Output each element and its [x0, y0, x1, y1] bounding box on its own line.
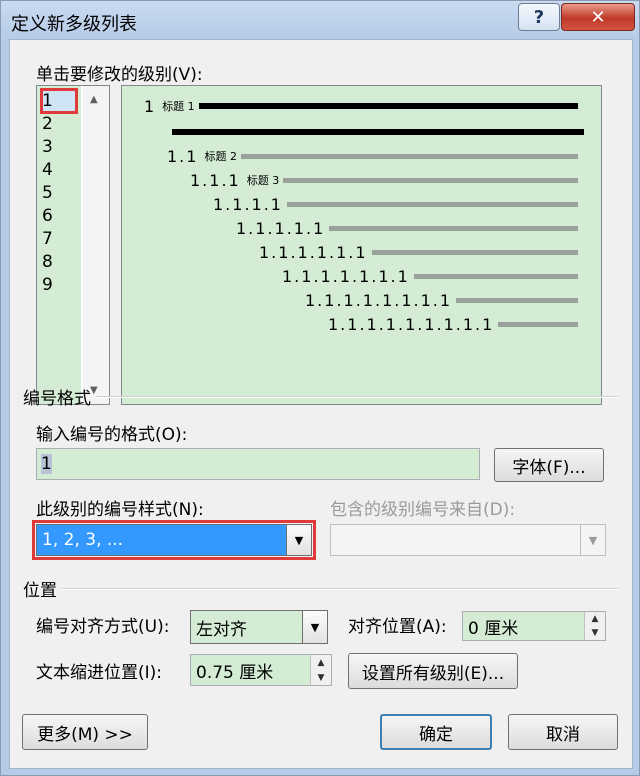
level-item-3[interactable]: 3: [42, 136, 76, 158]
text-indent-input[interactable]: 0.75 厘米 ▲ ▼: [190, 654, 332, 686]
preview-heading: 标题 2: [204, 150, 237, 163]
chevron-down-icon[interactable]: ▼: [302, 611, 327, 643]
preview-row: 1.1.1.1.1.1.1.1.1: [328, 314, 578, 334]
preview-row: 1.1.1.1.1.1: [259, 242, 578, 262]
level-item-9[interactable]: 9: [42, 274, 76, 296]
preview-row: 1 标题 1: [144, 96, 578, 116]
ok-button-label: 确定: [419, 724, 453, 745]
alignment-select[interactable]: 左对齐 ▼: [190, 610, 328, 644]
level-item-6[interactable]: 6: [42, 205, 76, 227]
preview-text-line: [240, 153, 578, 159]
spin-down-icon[interactable]: ▼: [585, 626, 605, 640]
preview-row: [168, 122, 584, 142]
alignment-label: 编号对齐方式(U):: [36, 617, 170, 637]
number-format-group-title: 编号格式: [23, 389, 91, 409]
preview-row: 1.1.1.1.1.1.1: [282, 266, 578, 286]
level-item-8[interactable]: 8: [42, 251, 76, 273]
preview-number: 1.1: [167, 146, 199, 166]
chevron-down-icon[interactable]: ▼: [580, 525, 605, 555]
text-indent-spinner[interactable]: ▲ ▼: [310, 655, 331, 685]
close-icon: ✕: [590, 6, 606, 28]
preview-text-line: [286, 201, 578, 207]
dialog-title: 定义新多级列表: [11, 14, 137, 35]
alignment-value: 左对齐: [196, 619, 247, 640]
preview-row: 1.1.1.1.1: [236, 218, 578, 238]
format-input[interactable]: 1: [36, 448, 480, 480]
level-item-2[interactable]: 2: [42, 113, 76, 135]
group-divider: [96, 396, 618, 398]
group-divider: [62, 588, 618, 590]
level-preview: 1 标题 1 1.1 标题 2 1.1.1 标题 3 1.1.1.1 1.1.1.1.1 1.1…: [121, 85, 602, 405]
level-items: 123456789: [37, 86, 81, 404]
preview-text-line: [413, 273, 578, 279]
format-input-label: 输入编号的格式(O):: [36, 425, 188, 445]
include-level-value: [331, 525, 581, 555]
more-button-label: 更多(M) >>: [37, 724, 133, 745]
set-all-levels-label: 设置所有级别(E)...: [361, 663, 505, 684]
level-item-1[interactable]: 1: [40, 88, 78, 114]
position-group-title: 位置: [23, 581, 57, 601]
preview-number: 1.1.1.1: [213, 194, 283, 214]
cancel-button-label: 取消: [546, 724, 580, 745]
preview-number: 1: [144, 96, 157, 116]
level-list[interactable]: 123456789 ▲ ▼: [36, 85, 110, 405]
more-button[interactable]: 更多(M) >>: [22, 714, 148, 750]
preview-number: 1.1.1: [190, 170, 241, 190]
ok-button[interactable]: 确定: [380, 714, 492, 750]
level-item-7[interactable]: 7: [42, 228, 76, 250]
help-button[interactable]: ?: [518, 3, 560, 31]
include-level-select[interactable]: ▼: [330, 524, 606, 556]
preview-text-line: [456, 297, 578, 303]
help-icon: ?: [533, 6, 545, 28]
preview-row: 1.1.1 标题 3: [190, 170, 578, 190]
spin-down-icon[interactable]: ▼: [311, 670, 331, 685]
preview-heading: 标题 1: [162, 100, 195, 113]
preview-text-line: [283, 177, 578, 183]
scroll-up-icon[interactable]: ▲: [90, 94, 98, 105]
level-item-4[interactable]: 4: [42, 159, 76, 181]
font-button[interactable]: 字体(F)...: [494, 448, 604, 482]
level-list-label: 单击要修改的级别(V):: [36, 65, 203, 85]
preview-row: 1.1.1.1.1.1.1.1: [305, 290, 578, 310]
spin-up-icon[interactable]: ▲: [311, 655, 331, 670]
number-style-label: 此级别的编号样式(N):: [36, 500, 204, 520]
text-indent-value: 0.75 厘米: [196, 662, 274, 683]
preview-text-line: [329, 225, 578, 231]
include-level-label: 包含的级别编号来自(D):: [330, 500, 516, 520]
spin-up-icon[interactable]: ▲: [585, 612, 605, 626]
aligned-at-spinner[interactable]: ▲ ▼: [584, 612, 605, 640]
scroll-down-icon[interactable]: ▼: [90, 385, 98, 396]
aligned-at-value: 0 厘米: [468, 618, 519, 639]
text-indent-label: 文本缩进位置(I):: [36, 663, 163, 683]
dialog-body: 单击要修改的级别(V): 123456789 ▲ ▼ 1 标题 1 1.1 标题 21…: [9, 39, 633, 769]
preview-row: 1.1 标题 2: [167, 146, 578, 166]
set-all-levels-button[interactable]: 设置所有级别(E)...: [348, 653, 518, 689]
level-list-scrollbar[interactable]: ▲ ▼: [83, 86, 109, 404]
preview-number: 1.1.1.1.1.1.1: [282, 266, 410, 286]
format-input-value: 1: [41, 454, 52, 474]
preview-number: 1.1.1.1.1.1: [259, 242, 368, 262]
cancel-button[interactable]: 取消: [508, 714, 618, 750]
font-button-label: 字体(F)...: [512, 457, 586, 478]
preview-row: 1.1.1.1: [213, 194, 578, 214]
preview-number: 1.1.1.1.1.1.1.1: [305, 290, 453, 310]
preview-text-line: [498, 321, 578, 327]
aligned-at-input[interactable]: 0 厘米 ▲ ▼: [462, 611, 606, 641]
dialog-window: 定义新多级列表 ? ✕ 单击要修改的级别(V): 123456789 ▲ ▼ 1…: [0, 0, 640, 776]
preview-text-line: [198, 103, 578, 109]
preview-text-line: [172, 129, 584, 135]
aligned-at-label: 对齐位置(A):: [348, 617, 447, 637]
preview-text-line: [371, 249, 578, 255]
preview-number: 1.1.1.1.1: [236, 218, 326, 238]
preview-heading: 标题 3: [246, 174, 280, 187]
close-button[interactable]: ✕: [561, 3, 635, 31]
title-bar[interactable]: 定义新多级列表 ? ✕: [1, 1, 639, 39]
preview-number: 1.1.1.1.1.1.1.1.1: [328, 314, 495, 334]
level-item-5[interactable]: 5: [42, 182, 76, 204]
style-highlight-box: [32, 520, 316, 560]
